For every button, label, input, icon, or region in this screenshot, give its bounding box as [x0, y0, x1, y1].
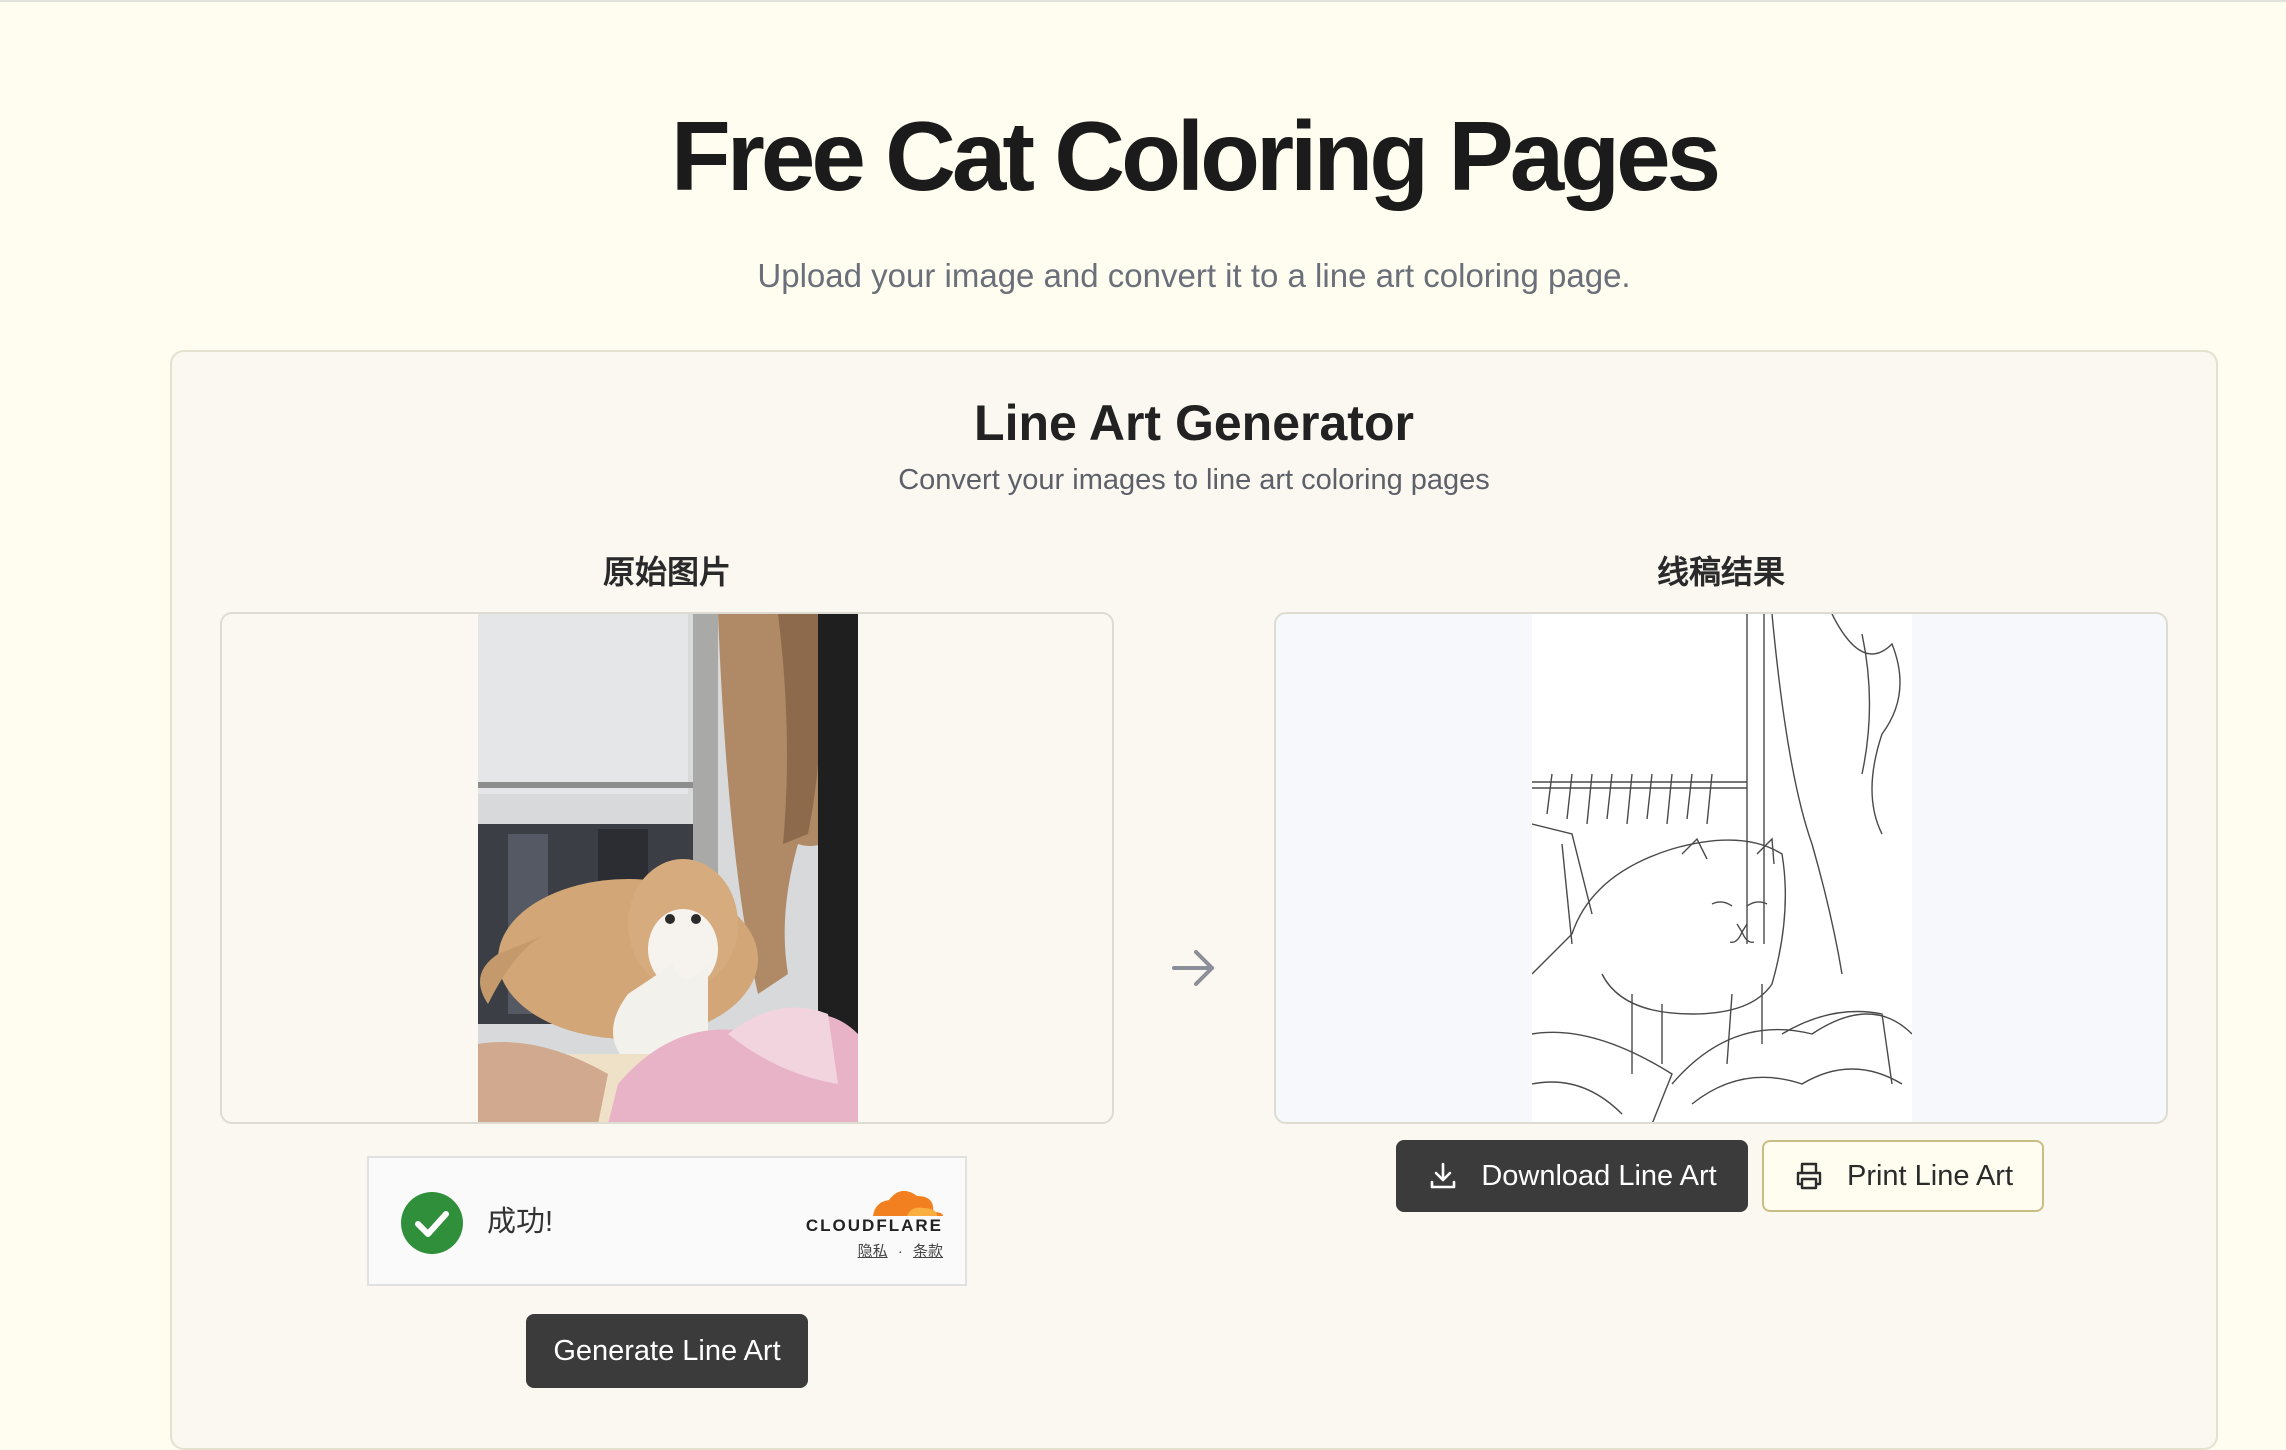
result-image-panel	[1274, 612, 2168, 1124]
line-art-result-image	[1532, 614, 1912, 1122]
generator-subtitle: Convert your images to line art coloring…	[898, 464, 1490, 496]
top-divider	[0, 0, 2286, 2]
printer-icon	[1796, 1162, 1822, 1190]
checkmark-icon	[401, 1192, 463, 1254]
generate-button-label: Generate Line Art	[553, 1335, 781, 1367]
captcha-status-text: 成功!	[487, 1206, 554, 1238]
generator-title: Line Art Generator	[974, 395, 1414, 451]
arrow-right-icon	[1172, 950, 1214, 986]
captcha-links: 隐私 · 条款	[787, 1240, 943, 1261]
original-image-panel[interactable]	[220, 612, 1114, 1124]
page-title: Free Cat Coloring Pages	[670, 101, 1721, 211]
generate-line-art-button[interactable]: Generate Line Art	[526, 1314, 808, 1388]
original-cat-photo	[478, 614, 858, 1122]
download-line-art-button[interactable]: Download Line Art	[1396, 1140, 1748, 1212]
page-subtitle: Upload your image and convert it to a li…	[757, 257, 1631, 294]
privacy-link[interactable]: 隐私	[858, 1243, 888, 1260]
terms-link[interactable]: 条款	[913, 1243, 943, 1260]
cloudflare-brand-text: CLOUDFLARE	[805, 1216, 943, 1235]
link-separator: ·	[897, 1243, 903, 1260]
cloudflare-captcha-widget[interactable]: 成功! CLOUDFLARE 隐私 · 条款	[367, 1156, 967, 1286]
download-button-label: Download Line Art	[1481, 1160, 1717, 1192]
print-line-art-button[interactable]: Print Line Art	[1762, 1140, 2044, 1212]
original-image-label: 原始图片	[602, 554, 731, 590]
download-icon	[1431, 1162, 1456, 1189]
result-image-label: 线稿结果	[1656, 554, 1785, 590]
print-button-label: Print Line Art	[1846, 1160, 2014, 1192]
